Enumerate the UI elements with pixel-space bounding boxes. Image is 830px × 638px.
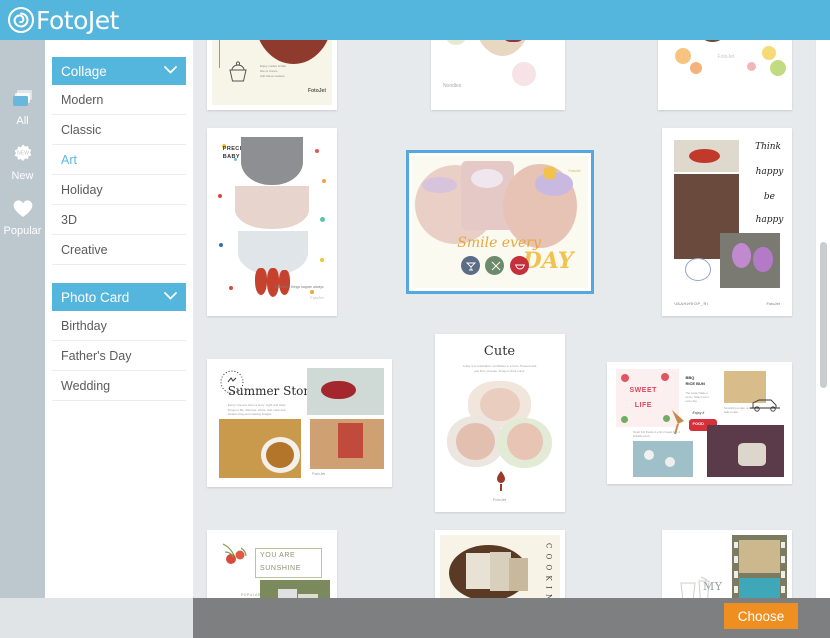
- sidebar-item-fathers-day-label: Father's Day: [61, 348, 132, 363]
- sidebar-item-holiday[interactable]: Holiday: [52, 175, 186, 205]
- stacked-squares-icon: [11, 86, 35, 112]
- tile-brand: FotoJet: [766, 300, 780, 306]
- tile-title-line3: be: [763, 191, 775, 202]
- tile-title: Summer Story: [227, 384, 316, 399]
- brand-logo[interactable]: FotoJet: [0, 7, 119, 33]
- template-sweet-life[interactable]: SWEET LIFE BBQ RICE BUN The recipe! Make …: [607, 362, 792, 484]
- new-burst-icon: NEW: [11, 141, 35, 167]
- tile-badge: FOOD: [692, 420, 705, 426]
- template-you-are-sunshine[interactable]: YOU ARE SUNSHINE POPULAR SUMMER: [207, 530, 337, 598]
- tile-title-line1: MY: [703, 579, 723, 593]
- tile-title-line1: SWEET: [629, 387, 657, 395]
- gallery-scrollbar-track[interactable]: [815, 40, 830, 598]
- tile-subtitle: Every moment turns a story. Light and li…: [227, 402, 286, 417]
- template-row: Summer Story Every moment turns a story.…: [207, 334, 792, 512]
- rail-item-popular[interactable]: Popular: [0, 188, 45, 243]
- svg-text:NEW: NEW: [17, 151, 29, 157]
- choose-button[interactable]: Choose: [724, 603, 798, 629]
- template-cooking[interactable]: C O O K I N G FotoJet: [434, 530, 565, 598]
- left-icon-rail: All NEW New Popular: [0, 40, 45, 598]
- tile-title-line2: DAY: [522, 248, 574, 275]
- tile-label: Noodles: [442, 83, 462, 90]
- sidebar-item-wedding[interactable]: Wedding: [52, 371, 186, 401]
- template-row: PRECIOUS BABY Wonderful things happen al…: [207, 128, 792, 316]
- tile-title-line2: BABY: [222, 154, 240, 161]
- template-row: Enjoy cookie & little bite of cream with t…: [207, 40, 792, 110]
- sidebar-item-modern[interactable]: Modern: [52, 85, 186, 115]
- app-header: FotoJet: [0, 0, 830, 40]
- template-gallery[interactable]: Enjoy cookie & little bite of cream with t…: [193, 40, 830, 598]
- tile-brand: FotoJet: [310, 295, 324, 301]
- category-panel: Collage Modern Classic Art Holiday 3D Cr…: [45, 40, 206, 598]
- template-my-story[interactable]: MY STORY FotoJet: [662, 530, 792, 598]
- sidebar-item-art[interactable]: Art: [52, 145, 206, 175]
- rail-label-new: New: [11, 170, 34, 182]
- sidebar-item-birthday[interactable]: Birthday: [52, 311, 186, 341]
- template-grid: Enjoy cookie & little bite of cream with t…: [193, 40, 806, 598]
- sidebar-item-modern-label: Modern: [61, 92, 104, 107]
- sidebar-item-holiday-label: Holiday: [61, 182, 103, 197]
- tile-brand: FotoJet: [492, 496, 507, 502]
- sidebar-item-classic[interactable]: Classic: [52, 115, 186, 145]
- tile-brand: FotoJet: [717, 54, 735, 61]
- chevron-down-icon: [164, 291, 177, 303]
- sidebar-item-3d-label: 3D: [61, 212, 77, 227]
- brand-name: FotoJet: [36, 5, 119, 35]
- tile-title-line1: YOU ARE: [260, 551, 296, 559]
- category-header-photo-card[interactable]: Photo Card: [52, 283, 186, 311]
- template-noodles[interactable]: Noodles: [430, 40, 565, 110]
- tile-subtitle: A day is a celebration of children in a …: [462, 364, 537, 373]
- template-smile-every-day[interactable]: FotoJet Smile every DAY: [405, 150, 594, 294]
- tile-caption: Wonderful things happen always: [274, 284, 324, 289]
- template-precious-baby[interactable]: PRECIOUS BABY Wonderful things happen al…: [207, 128, 337, 316]
- tile-title-line2: SUNSHINE: [260, 564, 301, 572]
- heart-icon: [11, 196, 35, 222]
- category-header-collage[interactable]: Collage: [52, 57, 186, 85]
- rail-label-all: All: [16, 115, 29, 127]
- sidebar-item-art-label: Art: [61, 152, 77, 167]
- sidebar-item-creative[interactable]: Creative: [52, 235, 186, 265]
- tile-brand: FotoJet: [307, 88, 326, 95]
- template-think-happy[interactable]: Think happy be happy ЧБАНИФОР_ЯІ FotoJet: [662, 128, 792, 316]
- sidebar-item-3d[interactable]: 3D: [52, 205, 186, 235]
- gallery-scrollbar-thumb[interactable]: [820, 242, 827, 388]
- tile-title-line1: Think: [755, 141, 781, 152]
- sidebar-item-birthday-label: Birthday: [61, 318, 107, 333]
- tile-title: Cute: [483, 344, 516, 360]
- tile-title-line2: LIFE: [634, 401, 652, 409]
- template-row: YOU ARE SUNSHINE POPULAR SUMMER: [207, 530, 792, 598]
- template-cute[interactable]: Cute A day is a celebration of children …: [434, 334, 565, 512]
- tile-brand: FotoJet: [311, 471, 326, 477]
- sidebar-item-creative-label: Creative: [61, 242, 108, 257]
- category-header-collage-label: Collage: [61, 63, 107, 79]
- template-cupcake[interactable]: Enjoy cookie & little bite of cream with t…: [207, 40, 337, 110]
- template-summer-story[interactable]: Summer Story Every moment turns a story.…: [207, 359, 392, 487]
- tile-title: C O O K I N G: [544, 543, 553, 598]
- sidebar-item-wedding-label: Wedding: [61, 378, 111, 393]
- category-header-photo-card-label: Photo Card: [61, 289, 130, 305]
- template-fruit-splash[interactable]: FotoJet: [658, 40, 792, 110]
- fotojet-app-window: FotoJet All NEW New Popular Collage Mode…: [0, 0, 830, 638]
- rail-label-popular: Popular: [3, 225, 42, 237]
- chevron-down-icon: [164, 65, 177, 77]
- sidebar-item-fathers-day[interactable]: Father's Day: [52, 341, 186, 371]
- bottom-bar-left: [0, 598, 193, 638]
- tile-title-line2: happy: [755, 166, 784, 177]
- rail-item-all[interactable]: All: [0, 78, 45, 133]
- spiral-logo-icon: [8, 7, 34, 33]
- rail-item-new[interactable]: NEW New: [0, 133, 45, 188]
- tile-title-line4: happy: [755, 214, 784, 225]
- sidebar-item-classic-label: Classic: [61, 122, 102, 137]
